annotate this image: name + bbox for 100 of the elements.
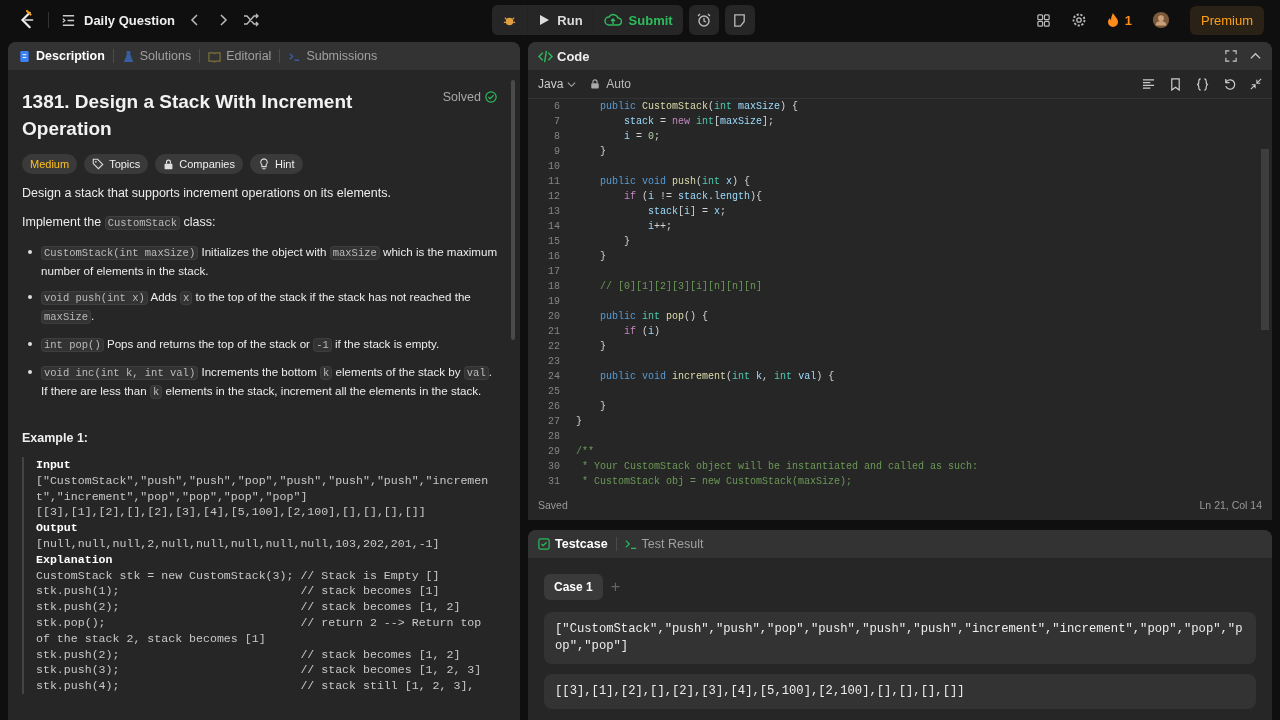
problem-title: 1381. Design a Stack With Increment Operation xyxy=(22,90,354,141)
example-label: Input xyxy=(36,457,71,473)
code-line: i = 0; xyxy=(623,131,661,142)
line-number: 30 xyxy=(547,461,560,472)
line-number: 25 xyxy=(547,386,560,397)
tag-icon xyxy=(92,158,105,170)
input-field[interactable]: [[3],[1],[2],[],[2],[3],[4],[5,100],[2,100],[],[],[],[]] xyxy=(544,674,1256,709)
line-number: 18 xyxy=(547,281,560,292)
panel-tab[interactable]: Test Result xyxy=(624,537,704,551)
layout-icon[interactable] xyxy=(1035,12,1051,28)
code-line: } xyxy=(599,401,606,412)
format-icon[interactable] xyxy=(1142,77,1155,91)
braces-icon[interactable] xyxy=(1196,77,1209,91)
chevron-down-icon xyxy=(567,79,577,89)
code-line: i++; xyxy=(647,221,673,232)
case-tab[interactable]: Case 1 xyxy=(544,574,603,600)
example-line: stk.push(3); // stack becomes [1, 2, 3] xyxy=(36,662,482,679)
alarm-button[interactable] xyxy=(688,5,719,35)
minimize-icon[interactable] xyxy=(1250,78,1262,90)
tag-button[interactable]: Hint xyxy=(249,154,303,174)
code-line: * Your CustomStack object will be instantiated and called as such: xyxy=(581,461,979,472)
code-line: public void push(int x) { xyxy=(599,176,751,187)
check-circle-icon xyxy=(485,91,497,103)
code-icon xyxy=(538,49,553,63)
panel-tab[interactable]: Solutions xyxy=(121,49,192,63)
note-button[interactable] xyxy=(724,5,755,35)
example-label: Output xyxy=(36,520,78,536)
code-line: } xyxy=(576,416,582,427)
list-item-text: void push(int x) Adds x to the top of the stack if the stack has not reached the maxSize . xyxy=(41,288,501,326)
note-icon xyxy=(732,12,748,28)
code-line: if (i != stack.length){ xyxy=(623,191,763,202)
tag-button[interactable]: Topics xyxy=(84,154,149,174)
list-item-text: int pop() Pops and returns the top of the stack or -1 if the stack is empty. xyxy=(41,335,501,354)
auto-mode[interactable]: Auto xyxy=(590,77,632,91)
example-line: stk.push(2); // stack becomes [1, 2] xyxy=(36,599,461,615)
code-line: // [0][1][2][3][i][n][n][n] xyxy=(599,281,763,292)
paragraph: Implement the CustomStack class: xyxy=(22,214,217,232)
line-number: 20 xyxy=(547,311,560,322)
line-number: 27 xyxy=(547,416,560,427)
panel-tab[interactable]: Submissions xyxy=(288,49,378,63)
line-number: 26 xyxy=(547,401,560,412)
list-item-text: void inc(int k, int val) Increments the bottom k elements of the stack by val . If there are less than k elements in the stack, increment all the elements in the stack. xyxy=(41,364,493,401)
description-tab-icon xyxy=(18,49,31,63)
example-line: stk.push(2); // stack becomes [1, 2] xyxy=(36,646,461,663)
run-button[interactable]: Run xyxy=(528,5,593,35)
line-number: 15 xyxy=(547,236,560,247)
language-dropdown[interactable]: Java xyxy=(538,77,577,91)
cursor-position: Ln 21, Col 14 xyxy=(1199,499,1262,511)
bookmark-icon[interactable] xyxy=(1169,77,1182,91)
panel-tab[interactable]: Testcase xyxy=(538,537,608,551)
code-line: public void increment(int k, int val) { xyxy=(599,371,835,382)
panel-tab[interactable]: Description xyxy=(18,49,105,63)
logo-icon[interactable] xyxy=(18,10,36,30)
reset-icon[interactable] xyxy=(1223,77,1236,91)
scrollbar[interactable] xyxy=(1261,149,1269,330)
code-line: stack = new int[maxSize]; xyxy=(623,116,775,127)
code-line: if (i) xyxy=(623,326,661,337)
scrollbar[interactable] xyxy=(511,80,515,340)
difficulty-tag[interactable]: Medium xyxy=(22,154,78,174)
settings-icon[interactable] xyxy=(1070,12,1087,28)
problem-list-button[interactable]: Daily Question xyxy=(61,12,176,28)
example-line: t","increment","pop","pop","pop","pop"] xyxy=(36,488,308,505)
line-number: 13 xyxy=(547,206,560,217)
code-line: } xyxy=(599,341,606,352)
panel-title: Code xyxy=(538,48,590,64)
code-line: } xyxy=(599,146,606,157)
code-line: /** xyxy=(576,446,594,457)
example-line: CustomStack stk = new CustomStack(3); // Stack is Empty [] xyxy=(36,567,440,584)
alarm-clock-icon xyxy=(695,12,712,28)
panel-tab[interactable]: Editorial xyxy=(208,49,272,63)
lock-icon xyxy=(163,158,175,170)
paragraph: Design a stack that supports increment operations on its elements. xyxy=(22,185,392,202)
line-number: 6 xyxy=(553,101,560,112)
editorial-tab-icon xyxy=(208,49,222,63)
debug-button[interactable] xyxy=(492,5,528,35)
example-heading: Example 1: xyxy=(22,431,89,445)
line-number: 21 xyxy=(547,326,560,337)
code-line: } xyxy=(623,236,630,247)
code-line: public int pop() { xyxy=(599,311,709,322)
avatar-icon[interactable] xyxy=(1152,11,1170,29)
fullscreen-icon[interactable] xyxy=(1225,50,1237,62)
shuffle-icon[interactable] xyxy=(243,12,260,28)
checkbox-icon xyxy=(538,538,550,550)
line-number: 22 xyxy=(547,341,560,352)
example-line: [[3],[1],[2],[],[2],[3],[4],[5,100],[2,100],[],[],[],[]] xyxy=(36,504,426,521)
input-field[interactable]: ["CustomStack","push","push","pop","push","push","push","increment","increment","pop","pop","pop","pop"] xyxy=(544,612,1256,664)
line-number: 8 xyxy=(553,131,560,142)
line-number: 28 xyxy=(547,431,560,442)
play-icon xyxy=(538,14,551,26)
line-number: 14 xyxy=(547,221,560,232)
flame-icon xyxy=(1106,12,1119,28)
lock-icon xyxy=(590,79,601,89)
code-line: public CustomStack(int maxSize) { xyxy=(599,101,799,112)
submit-button[interactable]: Submit xyxy=(593,5,683,35)
premium-button[interactable]: Premium xyxy=(1190,5,1264,35)
code-line: } xyxy=(599,251,606,262)
tag-button[interactable]: Companies xyxy=(155,154,243,174)
line-number: 19 xyxy=(547,296,560,307)
streak-counter[interactable]: 1 xyxy=(1106,12,1132,28)
line-number: 17 xyxy=(547,266,560,277)
